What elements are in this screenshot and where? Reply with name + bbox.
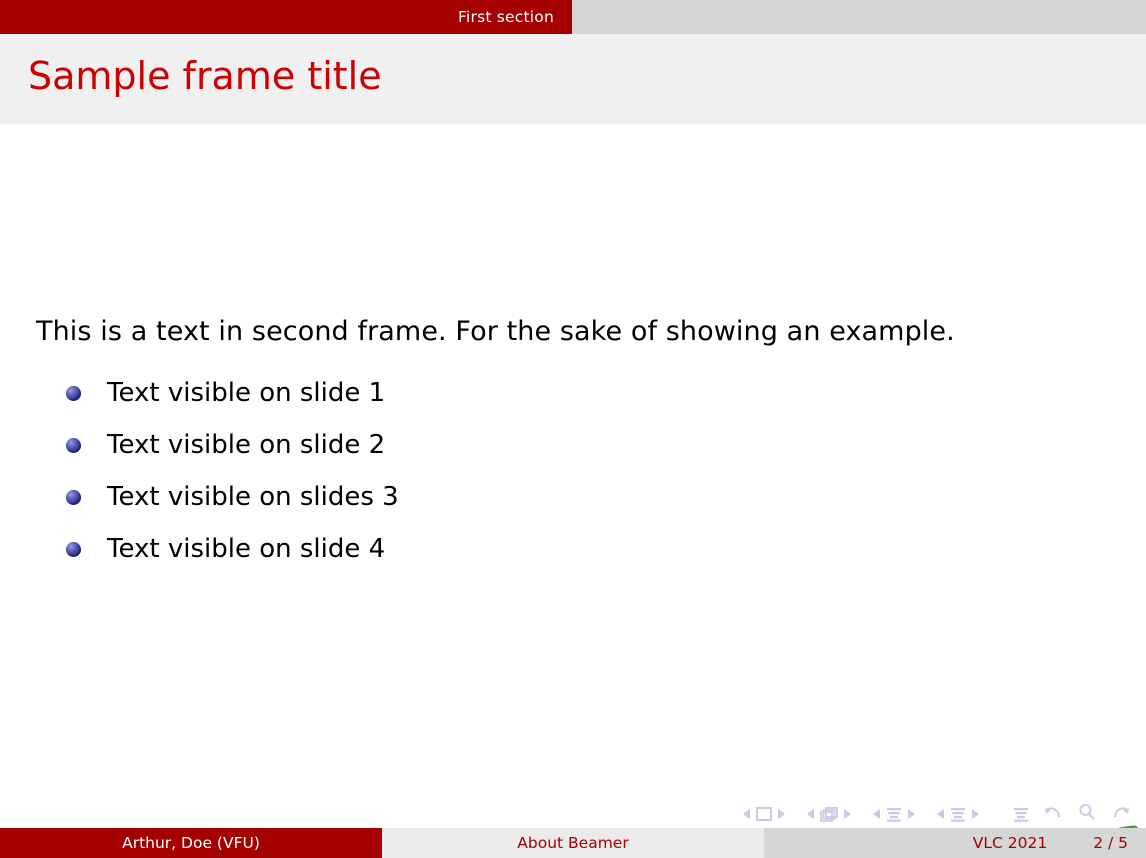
- list-item: Text visible on slides 3: [66, 471, 399, 523]
- list-item-label: Text visible on slide 1: [107, 378, 386, 408]
- redo-arrow-icon[interactable]: [1110, 803, 1130, 821]
- section-tab-label: First section: [458, 8, 554, 26]
- bullet-ball-icon: [66, 385, 81, 401]
- list-item-label: Text visible on slide 4: [107, 534, 386, 564]
- section-navigation-group[interactable]: [932, 806, 984, 823]
- footer-title: About Beamer: [382, 828, 764, 858]
- section-tab-inactive[interactable]: [572, 0, 1146, 34]
- footer-info: VLC 2021 2 / 5: [764, 828, 1146, 858]
- search-group[interactable]: [1078, 803, 1096, 825]
- frame-title: Sample frame title: [28, 54, 382, 98]
- prev-frame-icon[interactable]: [806, 808, 815, 820]
- bullet-ball-icon: [66, 541, 81, 557]
- stacked-frames-icon[interactable]: [819, 806, 839, 823]
- body-paragraph: This is a text in second frame. For the …: [36, 316, 955, 347]
- footer-author-label: Arthur, Doe (VFU): [122, 834, 260, 852]
- subsection-navigation-group[interactable]: [868, 806, 920, 823]
- undo-arrow-icon[interactable]: [1044, 803, 1064, 821]
- section-tab-first-section[interactable]: First section: [0, 0, 572, 34]
- forward-navigation-group[interactable]: [1110, 803, 1130, 825]
- prev-slide-icon[interactable]: [742, 808, 751, 820]
- list-item: Text visible on slide 1: [66, 367, 399, 419]
- back-navigation-group[interactable]: [1044, 803, 1064, 825]
- subsection-lines-icon[interactable]: [885, 806, 903, 823]
- frame-navigation-group[interactable]: [802, 806, 856, 823]
- frame-title-band: Sample frame title: [0, 34, 1146, 124]
- next-subsection-icon[interactable]: [907, 808, 916, 820]
- magnifier-icon[interactable]: [1078, 803, 1096, 821]
- slide-navigation-group[interactable]: [738, 806, 790, 822]
- prev-subsection-icon[interactable]: [872, 808, 881, 820]
- footer-title-label: About Beamer: [517, 834, 629, 852]
- section-navigation-bar: First section: [0, 0, 1146, 34]
- next-frame-icon[interactable]: [843, 808, 852, 820]
- beamer-slide: First section Sample frame title This is…: [0, 0, 1146, 858]
- beamer-navigation-symbols[interactable]: [738, 803, 1138, 825]
- list-item: Text visible on slide 4: [66, 523, 399, 575]
- footer-page-number: 2 / 5: [1093, 834, 1128, 852]
- footline: Arthur, Doe (VFU) About Beamer VLC 2021 …: [0, 828, 1146, 858]
- footer-date-label: VLC 2021: [972, 834, 1048, 852]
- footer-author: Arthur, Doe (VFU): [0, 828, 382, 858]
- prev-section-icon[interactable]: [936, 808, 945, 820]
- slide-square-icon[interactable]: [755, 806, 773, 822]
- bullet-list: Text visible on slide 1 Text visible on …: [66, 367, 399, 575]
- list-item-label: Text visible on slides 3: [107, 482, 399, 512]
- bullet-ball-icon: [66, 437, 81, 453]
- list-item-label: Text visible on slide 2: [107, 430, 386, 460]
- document-lines-icon[interactable]: [1012, 806, 1030, 823]
- next-slide-icon[interactable]: [777, 808, 786, 820]
- list-item: Text visible on slide 2: [66, 419, 399, 471]
- section-lines-icon[interactable]: [949, 806, 967, 823]
- document-navigation-group[interactable]: [1012, 806, 1030, 823]
- slide-body: This is a text in second frame. For the …: [0, 124, 1146, 858]
- bullet-ball-icon: [66, 489, 81, 505]
- next-section-icon[interactable]: [971, 808, 980, 820]
